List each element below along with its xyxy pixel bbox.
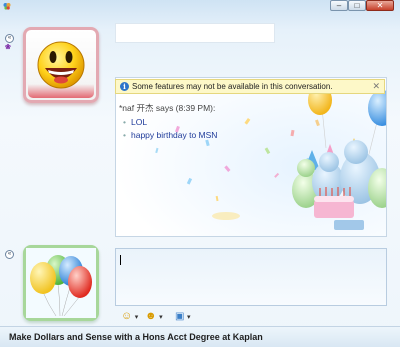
conversation-window: – □ ✕ « ❀ i Some features may not be ava…	[0, 0, 400, 347]
text-caret	[120, 255, 121, 265]
limited-features-infobar: i Some features may not be available in …	[115, 79, 385, 94]
message-item: • happy birthday to MSN	[123, 130, 217, 140]
infobar-text: Some features may not be available in th…	[132, 82, 333, 91]
picture-icon: ▣	[175, 311, 185, 322]
message-bullet: •	[123, 130, 126, 140]
smiley-face-icon	[37, 41, 85, 89]
maximize-button[interactable]: □	[348, 0, 366, 11]
collapse-contact-panel-button[interactable]: «	[5, 34, 14, 43]
minimize-button[interactable]: –	[330, 0, 348, 11]
wink-button[interactable]: ☻ ▾	[145, 310, 163, 322]
advertisement-link[interactable]: Make Dollars and Sense with a Hons Acct …	[9, 332, 263, 342]
emoticon-button[interactable]: ☺ ▾	[121, 310, 138, 322]
background-button[interactable]: ▣ ▾	[175, 310, 190, 322]
message-text: LOL	[130, 117, 148, 127]
advertisement-bar[interactable]: Make Dollars and Sense with a Hons Acct …	[0, 326, 400, 347]
message-text: happy birthday to MSN	[130, 130, 218, 140]
contact-name-field	[115, 23, 275, 43]
msn-butterfly-icon[interactable]	[3, 2, 11, 10]
smiley-icon: ☺	[121, 310, 133, 322]
collapse-self-panel-button[interactable]: «	[5, 250, 14, 259]
wink-icon: ☻	[145, 310, 157, 322]
balloons-icon	[26, 248, 96, 318]
chevron-down-icon: ▾	[186, 314, 191, 321]
message-input[interactable]	[115, 248, 387, 306]
message-item: • LOL	[123, 117, 147, 127]
title-bar: – □ ✕	[0, 0, 400, 12]
chevron-down-icon: ▾	[159, 314, 163, 321]
close-button[interactable]: ✕	[366, 0, 394, 11]
info-icon: i	[120, 82, 129, 91]
conversation-history[interactable]	[115, 77, 387, 237]
message-sender-line: *naf 开杰 says (8:39 PM):	[119, 103, 216, 113]
contact-avatar[interactable]	[23, 27, 99, 103]
msn-status-icon: ❀	[5, 44, 11, 51]
close-icon[interactable]: ✕	[372, 81, 380, 92]
message-bullet: •	[123, 117, 126, 127]
chevron-down-icon: ▾	[134, 314, 139, 321]
self-avatar[interactable]	[23, 245, 99, 321]
